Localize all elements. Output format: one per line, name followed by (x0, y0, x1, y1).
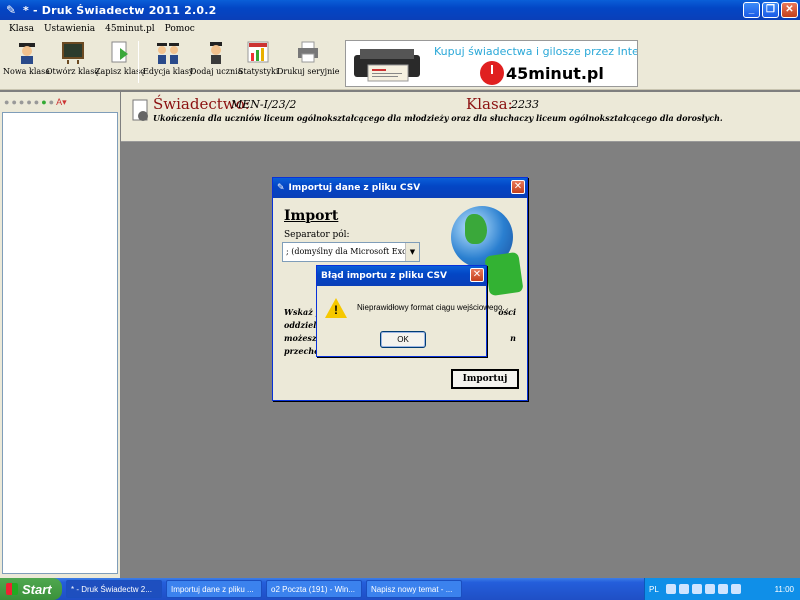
ad-text: Kupuj świadectwa i gilosze przez Interne… (434, 45, 638, 58)
graduates-icon (157, 43, 180, 64)
clock-logo-icon (480, 61, 504, 85)
tray-icon[interactable] (717, 584, 728, 594)
separator-label: Separator pól: (284, 230, 350, 240)
tray-icon[interactable] (691, 584, 702, 594)
taskbar-item[interactable]: o2 Poczta (191) - Win... (266, 580, 362, 598)
import-button[interactable]: Importuj (451, 369, 519, 389)
error-dialog: Błąd importu z pliku CSV ✕ Nieprawidłowy… (316, 265, 505, 357)
window-titlebar: ✎ * - Druk Świadectw 2011 2.0.2 _ ❐ ✕ (0, 0, 800, 20)
menu-ustawienia[interactable]: Ustawienia (39, 24, 100, 34)
maximize-button[interactable]: ❐ (762, 2, 779, 18)
minimize-button[interactable]: _ (743, 2, 760, 18)
volume-icon[interactable] (730, 584, 741, 594)
taskbar-item[interactable]: Importuj dane z pliku ... (166, 580, 262, 598)
tree-tool-icon[interactable]: ● (4, 97, 9, 107)
ad-banner[interactable]: Kupuj świadectwa i gilosze przez Interne… (345, 40, 638, 87)
ad-logo: 45minut.pl (480, 61, 604, 85)
taskbar: Start * - Druk Świadectw 2... Importuj d… (0, 578, 800, 600)
error-close-button[interactable]: ✕ (470, 268, 484, 282)
tree-tool-icon[interactable]: ● (49, 97, 54, 107)
import-heading: Import (284, 208, 339, 224)
certificate-header: Świadectwo: MEN-I/23/2 Klasa: 2233 Ukońc… (121, 92, 800, 142)
taskbar-item[interactable]: * - Druk Świadectw 2... (66, 580, 162, 598)
student-icon (210, 42, 223, 64)
chalkboard-icon (61, 42, 84, 64)
dialog-app-icon: ✎ (277, 183, 285, 193)
print-series-button[interactable]: Drukuj seryjnie (277, 40, 340, 76)
klasa-value: 2233 (511, 98, 539, 111)
menu-bar: Klasa Ustawienia 45minut.pl Pomoc (0, 20, 800, 37)
error-dialog-titlebar: Błąd importu z pliku CSV ✕ (317, 266, 486, 286)
separator-select[interactable]: ; (domyślny dla Microsoft Excel) ▼ (282, 242, 420, 262)
chart-icon (247, 41, 269, 63)
language-indicator[interactable]: PL (649, 585, 659, 594)
warning-icon (325, 298, 347, 318)
menu-klasa[interactable]: Klasa (4, 24, 39, 34)
tray-icon[interactable] (678, 584, 689, 594)
add-student-button[interactable]: Dodaj ucznia (190, 40, 242, 76)
globe-icon (451, 206, 524, 297)
statistics-button[interactable]: Statystyki (238, 40, 278, 76)
edit-class-button[interactable]: Edycja klasy (143, 40, 194, 76)
taskbar-item[interactable]: Napisz nowy temat - ... (366, 580, 462, 598)
error-message: Nieprawidłowy format ciągu wejściowego. (357, 303, 505, 312)
certificate-icon (132, 99, 148, 121)
tray-icon[interactable] (665, 584, 676, 594)
klasa-label: Klasa: (466, 95, 513, 113)
tree-tool-icon[interactable]: ● (26, 97, 31, 107)
tree-tool-font-icon[interactable]: A▾ (56, 97, 67, 108)
ok-button[interactable]: OK (380, 331, 426, 348)
open-class-button[interactable]: Otwórz klasę (46, 40, 99, 76)
save-arrow-icon (111, 41, 128, 63)
import-dialog-titlebar: ✎ Importuj dane z pliku CSV ✕ (273, 178, 527, 198)
tree-tool-icon[interactable]: ● (19, 97, 24, 107)
certificate-description: Ukończenia dla uczniów liceum ogólnokszt… (153, 113, 723, 123)
import-dialog-title: Importuj dane z pliku CSV (288, 183, 421, 193)
graduate-icon (18, 43, 35, 64)
certificate-value: MEN-I/23/2 (231, 98, 297, 111)
ad-brand: 45minut.pl (506, 63, 604, 83)
tree-tool-icon[interactable]: ● (34, 97, 39, 107)
import-close-button[interactable]: ✕ (511, 180, 525, 194)
app-icon: ✎ (5, 3, 17, 17)
tray-icon[interactable] (704, 584, 715, 594)
close-button[interactable]: ✕ (781, 2, 798, 18)
system-tray: PL 11:00 (644, 578, 800, 600)
chevron-down-icon[interactable]: ▼ (405, 243, 419, 261)
error-dialog-title: Błąd importu z pliku CSV (321, 271, 447, 281)
new-class-button[interactable]: Nowa klasa (3, 40, 50, 76)
left-panel: ● ● ● ● ● ● ● A▾ (0, 92, 120, 578)
printer-illustration (354, 49, 420, 82)
tree-toolbar: ● ● ● ● ● ● ● A▾ (2, 94, 118, 110)
menu-pomoc[interactable]: Pomoc (160, 24, 200, 34)
clock: 11:00 (774, 584, 794, 594)
printer-icon (298, 41, 319, 63)
tree-tool-green-icon[interactable]: ● (41, 97, 46, 107)
class-tree[interactable] (2, 112, 118, 574)
window-title: * - Druk Świadectw 2011 2.0.2 (23, 3, 217, 17)
windows-logo-icon (6, 583, 18, 595)
menu-45minut[interactable]: 45minut.pl (100, 24, 160, 34)
start-button[interactable]: Start (0, 578, 62, 600)
separator-select-value: ; (domyślny dla Microsoft Excel) (286, 247, 418, 256)
tree-tool-icon[interactable]: ● (11, 97, 16, 107)
